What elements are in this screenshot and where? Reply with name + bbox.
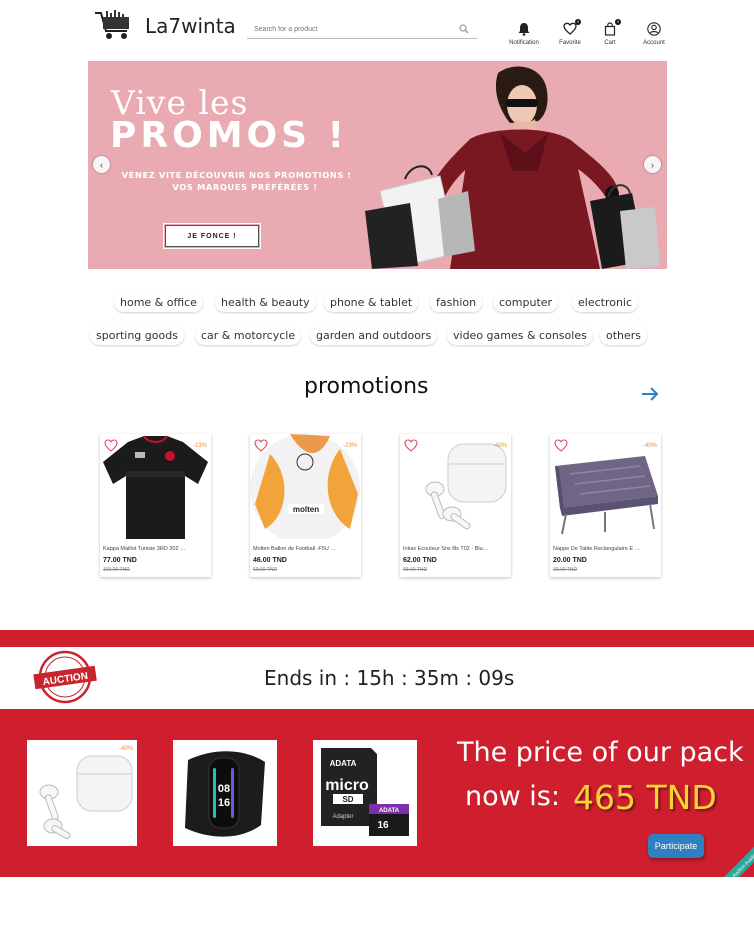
pack-item[interactable]: -40% — [27, 740, 137, 846]
heart-icon[interactable] — [404, 439, 418, 452]
banner-cta-button[interactable]: JE FONCE ! — [163, 223, 261, 249]
pack-item[interactable]: ADATA micro SD Adapter ADATA 16 — [313, 740, 417, 846]
category-electronic[interactable]: electronic — [572, 293, 639, 312]
product-old-price: 100.00 TND — [103, 567, 130, 573]
heart-icon[interactable] — [554, 439, 568, 452]
pack-image-microsd-card: ADATA micro SD Adapter ADATA 16 — [321, 748, 409, 836]
svg-text:Adapter: Adapter — [332, 814, 353, 820]
chevron-right-icon: › — [651, 159, 654, 170]
cart-button[interactable]: 0 Cart — [590, 19, 630, 46]
product-card[interactable]: molten -23% Molten Ballon de Football -F… — [250, 434, 361, 577]
product-name[interactable]: Kappa Maillot Tunisie 3RD 202 … — [103, 546, 207, 552]
product-old-price: 60.00 TND — [253, 567, 278, 573]
account-label: Account — [643, 40, 665, 46]
product-name[interactable]: Molten Ballon de Football -F5U … — [253, 546, 357, 552]
banner-heading-line2: PROMOS ! — [110, 115, 349, 156]
notification-button[interactable]: Notification — [504, 22, 544, 46]
pack-image-smartband: 08 16 — [185, 751, 265, 837]
favorite-label: Favorite — [559, 40, 581, 46]
discount-badge: -23% — [342, 443, 357, 449]
brand-name[interactable]: La7winta — [145, 14, 236, 38]
product-price: 46.00 TND — [253, 557, 287, 564]
category-computer[interactable]: computer — [493, 293, 559, 312]
auction-top-band — [0, 630, 754, 647]
discount-badge: -40% — [492, 443, 507, 449]
auction-countdown: Ends in : 15h : 35m : 09s — [264, 666, 515, 690]
category-others[interactable]: others — [600, 326, 648, 345]
category-health-beauty[interactable]: health & beauty — [215, 293, 316, 312]
pack-image-earbuds — [39, 755, 133, 839]
product-card[interactable]: -13% Kappa Maillot Tunisie 3RD 202 … 77.… — [100, 434, 211, 577]
product-old-price: 99.00 TND — [403, 567, 428, 573]
arrow-right-icon[interactable] — [640, 385, 660, 403]
product-card[interactable]: -40% Nappe De Table Rectangulaire E … 20… — [550, 434, 661, 577]
category-sporting-goods[interactable]: sporting goods — [90, 326, 184, 345]
discount-badge: -40% — [642, 443, 657, 449]
banner-next-button[interactable]: › — [644, 156, 661, 173]
svg-text:16: 16 — [377, 820, 389, 831]
promotions-title: promotions — [304, 374, 429, 399]
svg-text:16: 16 — [218, 797, 230, 809]
category-car-motorcycle[interactable]: car & motorcycle — [195, 326, 302, 345]
bell-icon — [518, 23, 530, 36]
svg-text:08: 08 — [218, 783, 230, 795]
search-icon[interactable] — [459, 24, 469, 34]
category-garden-outdoors[interactable]: garden and outdoors — [310, 326, 438, 345]
svg-text:ADATA: ADATA — [379, 808, 400, 814]
category-phone-tablet[interactable]: phone & tablet — [324, 293, 419, 312]
favorite-count-badge: 0 — [575, 19, 581, 25]
banner-model-image — [350, 61, 667, 269]
category-video-games-consoles[interactable]: video games & consoles — [447, 326, 593, 345]
favorite-button[interactable]: 0 Favorite — [550, 19, 590, 46]
pack-item[interactable]: 08 16 — [173, 740, 277, 846]
heart-icon[interactable] — [104, 439, 118, 452]
auction-available-ribbon: Auction Available — [724, 847, 754, 879]
heart-icon[interactable] — [254, 439, 268, 452]
user-icon — [647, 22, 661, 36]
pack-price-value: 465 TND — [573, 778, 717, 817]
search-input[interactable] — [247, 25, 447, 33]
cart-label: Cart — [604, 40, 616, 46]
svg-text:molten: molten — [293, 505, 319, 514]
banner-prev-button[interactable]: ‹ — [93, 156, 110, 173]
product-price: 77.00 TND — [103, 557, 137, 564]
svg-text:SD: SD — [342, 795, 353, 804]
discount-badge: -40% — [118, 746, 133, 752]
product-price: 62.00 TND — [403, 557, 437, 564]
auction-stamp-logo: AUCTION — [33, 650, 97, 704]
svg-text:micro: micro — [325, 777, 369, 794]
chevron-left-icon: ‹ — [100, 159, 103, 170]
pack-price-heading: The price of our pack — [457, 737, 744, 768]
cart-logo-icon[interactable] — [93, 9, 133, 41]
product-old-price: 30.00 TND — [553, 567, 578, 573]
product-price: 20.00 TND — [553, 557, 587, 564]
notification-label: Notification — [509, 40, 539, 46]
category-home-office[interactable]: home & office — [114, 293, 203, 312]
search-bar[interactable] — [247, 20, 477, 39]
category-fashion[interactable]: fashion — [430, 293, 483, 312]
product-name[interactable]: Nappe De Table Rectangulaire E … — [553, 546, 657, 552]
banner-subtitle: VENEZ VITE DÉCOUVRIR NOS PROMOTIONS SUR … — [121, 170, 369, 192]
cart-count-badge: 0 — [615, 19, 621, 25]
product-card[interactable]: -40% Irikax Ecouteur Sns fils T02 - Blu…… — [400, 434, 511, 577]
discount-badge: -13% — [192, 443, 207, 449]
account-button[interactable]: Account — [634, 22, 674, 46]
pack-price-subheading: now is: — [465, 781, 560, 812]
promo-banner[interactable]: Vive les PROMOS ! VENEZ VITE DÉCOUVRIR N… — [88, 61, 667, 269]
participate-button[interactable]: Participate — [648, 834, 704, 858]
product-name[interactable]: Irikax Ecouteur Sns fils T02 - Blu… — [403, 546, 507, 552]
svg-text:ADATA: ADATA — [330, 759, 357, 768]
